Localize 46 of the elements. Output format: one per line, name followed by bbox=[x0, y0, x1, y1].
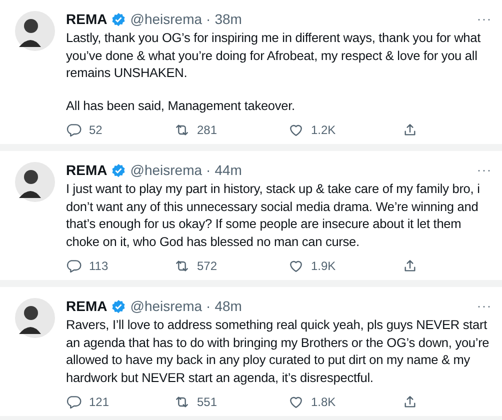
separator-dot: · bbox=[206, 298, 211, 315]
verified-badge-icon bbox=[111, 163, 126, 178]
reply-icon[interactable] bbox=[66, 394, 82, 410]
retweet-icon[interactable] bbox=[174, 394, 190, 410]
reply-count: 52 bbox=[89, 122, 102, 139]
heart-icon[interactable] bbox=[288, 258, 304, 274]
retweet-count: 572 bbox=[197, 258, 218, 275]
reply-count: 113 bbox=[89, 258, 108, 275]
avatar bbox=[15, 11, 55, 51]
tweet-time[interactable]: 48m bbox=[214, 298, 242, 315]
more-button[interactable]: ··· bbox=[477, 298, 492, 315]
like-count: 1.9K bbox=[311, 258, 336, 275]
reply-count: 121 bbox=[89, 394, 110, 411]
share-icon[interactable] bbox=[402, 394, 418, 410]
reply-icon[interactable] bbox=[66, 258, 82, 274]
more-button[interactable]: ··· bbox=[477, 162, 492, 179]
separator-dot: · bbox=[206, 11, 211, 28]
tweet-text: I just want to play my part in history, stack up & take care of my family bro, i don’t want any of this unnecessary social media drama. We’re winning and that’s enough for us okay? If some people are insecure about it let them choke on it, who God has blessed no man can curse. bbox=[66, 180, 481, 250]
verified-badge-icon bbox=[111, 12, 126, 27]
retweet-icon[interactable] bbox=[174, 258, 190, 274]
reply-icon[interactable] bbox=[66, 122, 82, 138]
separator-dot: · bbox=[206, 162, 211, 179]
avatar bbox=[15, 298, 55, 338]
tweet-text: Ravers, I’ll love to address something real quick yeah, pls guys NEVER start an agenda that has to do with bringing my Brothers or the OG’s down, you’re allowed to have my back in any ploy curated to put dirt on my name & my hardwork but NEVER start an agenda, it’s disrespectful. bbox=[66, 316, 490, 386]
like-count: 1.2K bbox=[311, 122, 336, 139]
retweet-icon[interactable] bbox=[174, 122, 190, 138]
user-name[interactable]: REMA bbox=[66, 298, 108, 315]
verified-badge-icon bbox=[111, 299, 126, 314]
user-name[interactable]: REMA bbox=[66, 162, 108, 179]
more-button[interactable]: ··· bbox=[477, 11, 492, 28]
user-handle[interactable]: @heisrema bbox=[130, 162, 202, 179]
retweet-count: 551 bbox=[197, 394, 218, 411]
share-icon[interactable] bbox=[402, 258, 418, 274]
retweet-count: 281 bbox=[197, 122, 218, 139]
user-name[interactable]: REMA bbox=[66, 11, 108, 28]
heart-icon[interactable] bbox=[288, 122, 304, 138]
heart-icon[interactable] bbox=[288, 394, 304, 410]
user-handle[interactable]: @heisrema bbox=[130, 11, 202, 28]
user-handle[interactable]: @heisrema bbox=[130, 298, 202, 315]
tweet-text: All has been said, Management takeover. bbox=[66, 96, 296, 114]
tweet-time[interactable]: 38m bbox=[214, 11, 242, 28]
tweet-text: Lastly, thank you OG’s for inspiring me in different ways, thank you for what you’ve done & what you’re doing for Afrobeat, my respect & love for you all remains UNSHAKEN. bbox=[66, 29, 482, 82]
avatar bbox=[15, 162, 55, 202]
share-icon[interactable] bbox=[402, 122, 418, 138]
tweet-time[interactable]: 44m bbox=[214, 162, 242, 179]
like-count: 1.8K bbox=[311, 394, 336, 411]
